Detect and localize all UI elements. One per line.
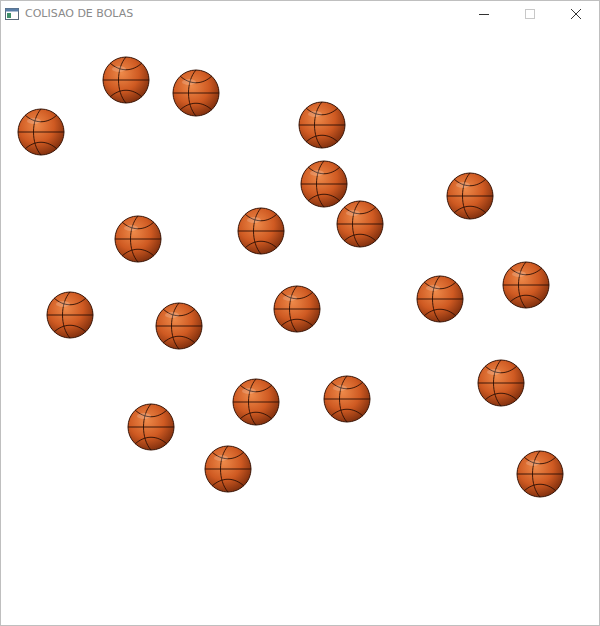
window-title: COLISAO DE BOLAS [25, 7, 133, 20]
app-window-icon [5, 8, 19, 20]
close-icon [571, 9, 581, 19]
basketball-icon [502, 261, 550, 309]
basketball-icon [300, 160, 348, 208]
minimize-icon [479, 9, 489, 19]
basketball-icon [232, 378, 280, 426]
basketball-icon [446, 172, 494, 220]
basketball-icon [114, 215, 162, 263]
basketball-icon [17, 108, 65, 156]
basketball-icon [416, 275, 464, 323]
basketball-icon [155, 302, 203, 350]
simulation-canvas [1, 26, 599, 625]
basketball-icon [336, 200, 384, 248]
basketball-icon [204, 445, 252, 493]
basketball-icon [298, 101, 346, 149]
maximize-icon [525, 9, 535, 19]
title-bar: COLISAO DE BOLAS [1, 1, 599, 26]
maximize-button [507, 1, 553, 26]
basketball-icon [46, 291, 94, 339]
basketball-icon [516, 450, 564, 498]
basketball-icon [477, 359, 525, 407]
basketball-icon [127, 403, 175, 451]
basketball-icon [102, 56, 150, 104]
close-button[interactable] [553, 1, 599, 26]
basketball-icon [237, 207, 285, 255]
basketball-icon [323, 375, 371, 423]
basketball-icon [273, 285, 321, 333]
minimize-button[interactable] [461, 1, 507, 26]
app-window: COLISAO DE BOLAS [0, 0, 600, 626]
basketball-icon [172, 69, 220, 117]
